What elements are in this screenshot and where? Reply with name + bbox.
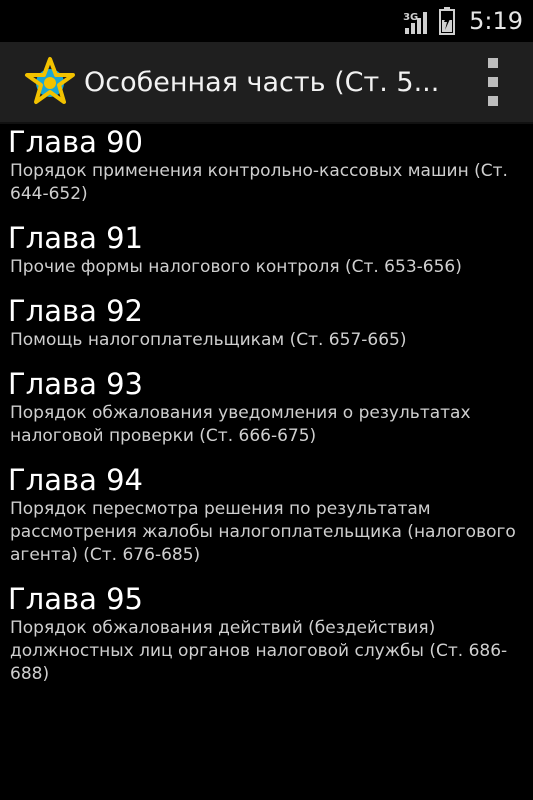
network-type-label: 3G bbox=[403, 12, 419, 23]
chapter-subtitle: Прочие формы налогового контроля (Ст. 65… bbox=[10, 257, 462, 277]
chapter-subtitle: Порядок обжалования уведомления о резуль… bbox=[10, 403, 471, 446]
list-item-chapter-93[interactable]: Глава 93 Порядок обжалования уведомления… bbox=[0, 366, 533, 462]
list-item-chapter-90[interactable]: Глава 90 Порядок применения контрольно-к… bbox=[0, 124, 533, 220]
page-title: Особенная часть (Ст. 5... bbox=[84, 66, 440, 98]
battery-icon bbox=[439, 7, 456, 35]
chapter-subtitle: Порядок обжалования действий (бездействи… bbox=[10, 618, 508, 684]
status-icons: 3G 5:19 bbox=[401, 0, 523, 42]
chapter-subtitle: Порядок пересмотра решения по результата… bbox=[10, 499, 516, 565]
list-item-chapter-92[interactable]: Глава 92 Помощь налогоплательщикам (Ст. … bbox=[0, 293, 533, 366]
clock: 5:19 bbox=[469, 7, 523, 35]
list-item-chapter-95[interactable]: Глава 95 Порядок обжалования действий (б… bbox=[0, 581, 533, 700]
chapter-title: Глава 91 bbox=[8, 221, 143, 255]
chapter-title: Глава 94 bbox=[8, 463, 143, 497]
overflow-menu-icon[interactable] bbox=[483, 58, 503, 106]
list-item-chapter-94[interactable]: Глава 94 Порядок пересмотра решения по р… bbox=[0, 462, 533, 581]
chapter-subtitle: Порядок применения контрольно-кассовых м… bbox=[10, 161, 508, 204]
chapter-list: Глава 90 Порядок применения контрольно-к… bbox=[0, 124, 533, 700]
chapter-title: Глава 93 bbox=[8, 367, 143, 401]
chapter-subtitle: Помощь налогоплательщикам (Ст. 657-665) bbox=[10, 330, 407, 350]
list-item-chapter-91[interactable]: Глава 91 Прочие формы налогового контрол… bbox=[0, 220, 533, 293]
chapter-title: Глава 92 bbox=[8, 294, 143, 328]
action-bar: Особенная часть (Ст. 5... bbox=[0, 42, 533, 124]
chapter-title: Глава 95 bbox=[8, 582, 143, 616]
signal-icon: 3G bbox=[401, 6, 431, 36]
chapter-title: Глава 90 bbox=[8, 125, 143, 159]
status-bar: 3G 5:19 bbox=[0, 0, 533, 42]
app-logo-icon[interactable] bbox=[24, 56, 76, 108]
